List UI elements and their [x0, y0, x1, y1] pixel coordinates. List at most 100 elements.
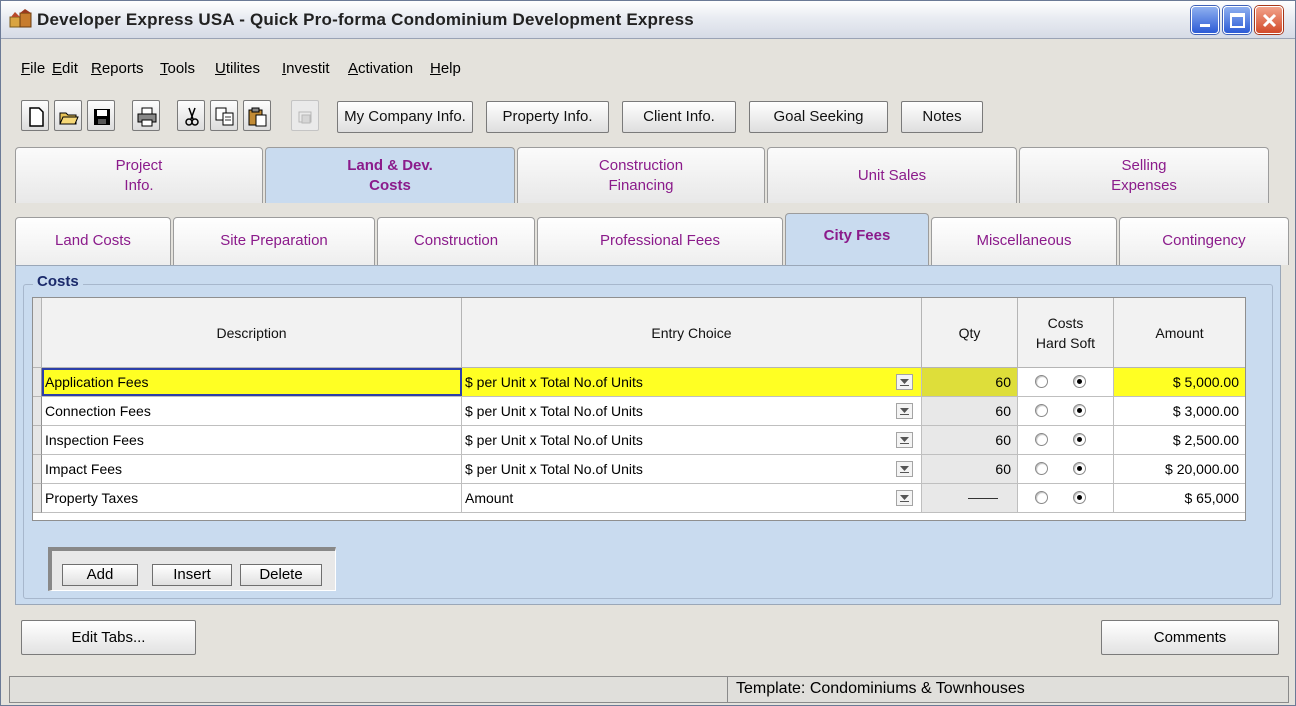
amount-cell[interactable]: $ 3,000.00: [1114, 397, 1245, 425]
amount-cell[interactable]: $ 2,500.00: [1114, 426, 1245, 454]
hard-cost-radio[interactable]: [1035, 491, 1048, 504]
new-button[interactable]: [21, 100, 49, 131]
subtab-miscellaneous[interactable]: Miscellaneous: [931, 217, 1117, 265]
row-header[interactable]: [33, 455, 42, 484]
comments-button[interactable]: Comments: [1101, 620, 1279, 655]
tab-land-dev-costs[interactable]: Land & Dev. Costs: [265, 147, 515, 203]
print-icon: [137, 107, 157, 127]
tab-project-info-line1: Project: [115, 156, 163, 174]
property-info-button[interactable]: Property Info.: [486, 101, 609, 133]
menu-utilites[interactable]: Utilites: [215, 60, 260, 77]
print-button[interactable]: [132, 100, 160, 131]
menu-help[interactable]: Help: [430, 60, 461, 77]
hard-cost-radio[interactable]: [1035, 404, 1048, 417]
entry-choice-dropdown[interactable]: [896, 432, 913, 448]
dropdown-arrow-icon: [900, 437, 909, 444]
soft-cost-radio[interactable]: [1073, 375, 1086, 388]
costs-grid: Description Entry Choice Qty Costs Hard S…: [32, 297, 1246, 521]
save-disk-icon: [94, 109, 110, 125]
tab-construction-financing-line2: Financing: [608, 176, 674, 194]
tab-land-dev-costs-line1: Land & Dev.: [347, 156, 433, 174]
save-button[interactable]: [87, 100, 115, 131]
client-info-button[interactable]: Client Info.: [622, 101, 736, 133]
subtab-land-costs[interactable]: Land Costs: [15, 217, 171, 265]
qty-cell[interactable]: 60: [922, 426, 1018, 454]
add-row-button[interactable]: Add: [62, 564, 138, 586]
table-row[interactable]: Property Taxes Amount $ 65,000: [42, 484, 1245, 513]
goal-seeking-button[interactable]: Goal Seeking: [749, 101, 888, 133]
open-folder-icon: [59, 112, 79, 125]
subtab-professional-fees[interactable]: Professional Fees: [537, 217, 783, 265]
header-qty: Qty: [922, 298, 1018, 368]
table-row[interactable]: Impact Fees $ per Unit x Total No.of Uni…: [42, 455, 1245, 484]
qty-cell[interactable]: 60: [922, 455, 1018, 483]
description-cell[interactable]: Application Fees: [42, 368, 462, 396]
subtab-site-preparation[interactable]: Site Preparation: [173, 217, 375, 265]
description-cell[interactable]: Connection Fees: [42, 397, 462, 425]
minimize-button[interactable]: [1191, 6, 1219, 34]
open-button[interactable]: [54, 100, 82, 131]
entry-choice-cell[interactable]: Amount: [462, 484, 922, 512]
menu-edit[interactable]: Edit: [52, 60, 78, 77]
hard-cost-radio[interactable]: [1035, 462, 1048, 475]
hard-cost-radio[interactable]: [1035, 375, 1048, 388]
table-row[interactable]: Application Fees $ per Unit x Total No.o…: [42, 368, 1245, 397]
menu-activation[interactable]: Activation: [348, 60, 413, 77]
tab-unit-sales[interactable]: Unit Sales: [767, 147, 1017, 203]
cut-button[interactable]: [177, 100, 205, 131]
subtab-contingency[interactable]: Contingency: [1119, 217, 1289, 265]
dropdown-arrow-icon: [900, 495, 909, 502]
table-row[interactable]: Connection Fees $ per Unit x Total No.of…: [42, 397, 1245, 426]
menu-reports[interactable]: Reports: [91, 60, 144, 77]
dropdown-arrow-icon: [900, 379, 909, 386]
dropdown-arrow-icon: [900, 408, 909, 415]
row-header[interactable]: [33, 484, 42, 513]
description-cell[interactable]: Property Taxes: [42, 484, 462, 512]
tab-construction-financing[interactable]: Construction Financing: [517, 147, 765, 203]
amount-cell[interactable]: $ 65,000: [1114, 484, 1245, 512]
copy-button[interactable]: [210, 100, 238, 131]
menu-tools[interactable]: Tools: [160, 60, 195, 77]
entry-choice-cell[interactable]: $ per Unit x Total No.of Units: [462, 368, 922, 396]
qty-cell[interactable]: 60: [922, 368, 1018, 396]
qty-cell[interactable]: 60: [922, 397, 1018, 425]
description-cell[interactable]: Impact Fees: [42, 455, 462, 483]
my-company-info-button[interactable]: My Company Info.: [337, 101, 473, 133]
amount-cell[interactable]: $ 20,000.00: [1114, 455, 1245, 483]
delete-row-button[interactable]: Delete: [240, 564, 322, 586]
close-button[interactable]: [1255, 6, 1283, 34]
subtab-construction[interactable]: Construction: [377, 217, 535, 265]
tab-project-info[interactable]: Project Info.: [15, 147, 263, 203]
notes-button[interactable]: Notes: [901, 101, 983, 133]
row-header[interactable]: [33, 368, 42, 397]
entry-choice-cell[interactable]: $ per Unit x Total No.of Units: [462, 455, 922, 483]
row-header[interactable]: [33, 397, 42, 426]
menu-file[interactable]: File: [21, 60, 45, 77]
app-logo-icon: [9, 9, 32, 28]
soft-cost-radio[interactable]: [1073, 404, 1086, 417]
description-cell[interactable]: Inspection Fees: [42, 426, 462, 454]
amount-cell[interactable]: $ 5,000.00: [1114, 368, 1245, 396]
entry-choice-dropdown[interactable]: [896, 490, 913, 506]
maximize-button[interactable]: [1223, 6, 1251, 34]
edit-tabs-button[interactable]: Edit Tabs...: [21, 620, 196, 655]
entry-choice-dropdown[interactable]: [896, 403, 913, 419]
entry-choice-cell[interactable]: $ per Unit x Total No.of Units: [462, 426, 922, 454]
costs-group-label: Costs: [33, 273, 83, 290]
row-header[interactable]: [33, 426, 42, 455]
entry-choice-cell[interactable]: $ per Unit x Total No.of Units: [462, 397, 922, 425]
tab-selling-expenses[interactable]: Selling Expenses: [1019, 147, 1269, 203]
subtab-city-fees[interactable]: City Fees: [785, 213, 929, 265]
minimize-icon: [1200, 24, 1210, 27]
table-row[interactable]: Inspection Fees $ per Unit x Total No.of…: [42, 426, 1245, 455]
entry-choice-dropdown[interactable]: [896, 461, 913, 477]
entry-choice-dropdown[interactable]: [896, 374, 913, 390]
insert-row-button[interactable]: Insert: [152, 564, 232, 586]
soft-cost-radio[interactable]: [1073, 491, 1086, 504]
soft-cost-radio[interactable]: [1073, 462, 1086, 475]
hard-cost-radio[interactable]: [1035, 433, 1048, 446]
header-costs-line1: Costs: [1047, 314, 1084, 331]
paste-button[interactable]: [243, 100, 271, 131]
menu-investit[interactable]: Investit: [282, 60, 330, 77]
soft-cost-radio[interactable]: [1073, 433, 1086, 446]
